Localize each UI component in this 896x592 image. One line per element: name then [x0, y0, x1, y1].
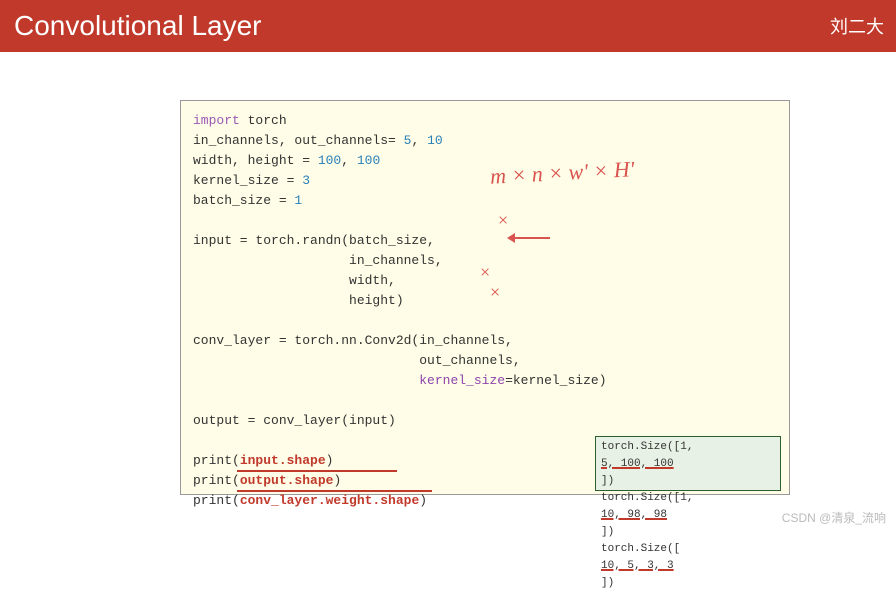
code-text: width, [193, 273, 396, 288]
output-box: torch.Size([1, 5, 100, 100]) torch.Size(… [595, 436, 781, 491]
code-text: print( [193, 473, 240, 488]
code-text: kernel_size = [193, 173, 302, 188]
output-row: torch.Size([10, 5, 3, 3]) [601, 541, 775, 592]
code-text: ) [333, 473, 341, 488]
code-text [193, 373, 419, 388]
code-text: =kernel_size) [505, 373, 606, 388]
code-text: ) [419, 493, 427, 508]
code-highlight: output.shape [240, 473, 334, 488]
code-keyword: import [193, 113, 240, 128]
code-number: 1 [294, 193, 302, 208]
code-text: , [341, 153, 357, 168]
code-highlight: conv_layer.weight.shape [240, 493, 419, 508]
watermark: CSDN @清泉_流响 [782, 509, 886, 526]
code-text: output = conv_layer(input) [193, 413, 396, 428]
output-row: torch.Size([1, 5, 100, 100]) [601, 439, 775, 490]
code-text: ) [326, 453, 334, 468]
code-text: in_channels, out_channels= [193, 133, 404, 148]
code-number: 100 [357, 153, 380, 168]
code-number: 100 [318, 153, 341, 168]
code-text: print( [193, 453, 240, 468]
code-text: in_channels, [193, 253, 443, 268]
code-text: , [411, 133, 427, 148]
code-text: torch [240, 113, 287, 128]
code-number: 3 [302, 173, 310, 188]
code-text: print( [193, 493, 240, 508]
slide-title: Convolutional Layer [14, 10, 262, 42]
slide-header: Convolutional Layer 刘二大 [0, 0, 896, 52]
code-text: height) [193, 293, 404, 308]
output-row: torch.Size([1, 10, 98, 98]) [601, 490, 775, 541]
code-text: batch_size = [193, 193, 294, 208]
code-text: conv_layer = torch.nn.Conv2d(in_channels… [193, 333, 513, 348]
code-text: out_channels, [193, 353, 521, 368]
code-number: 10 [427, 133, 443, 148]
code-block: import torch in_channels, out_channels= … [180, 100, 790, 495]
code-text: input = torch.randn(batch_size, [193, 233, 435, 248]
code-kwarg: kernel_size [419, 373, 505, 388]
slide-author: 刘二大 [830, 13, 884, 39]
code-text: width, height = [193, 153, 318, 168]
code-highlight: input.shape [240, 453, 326, 468]
